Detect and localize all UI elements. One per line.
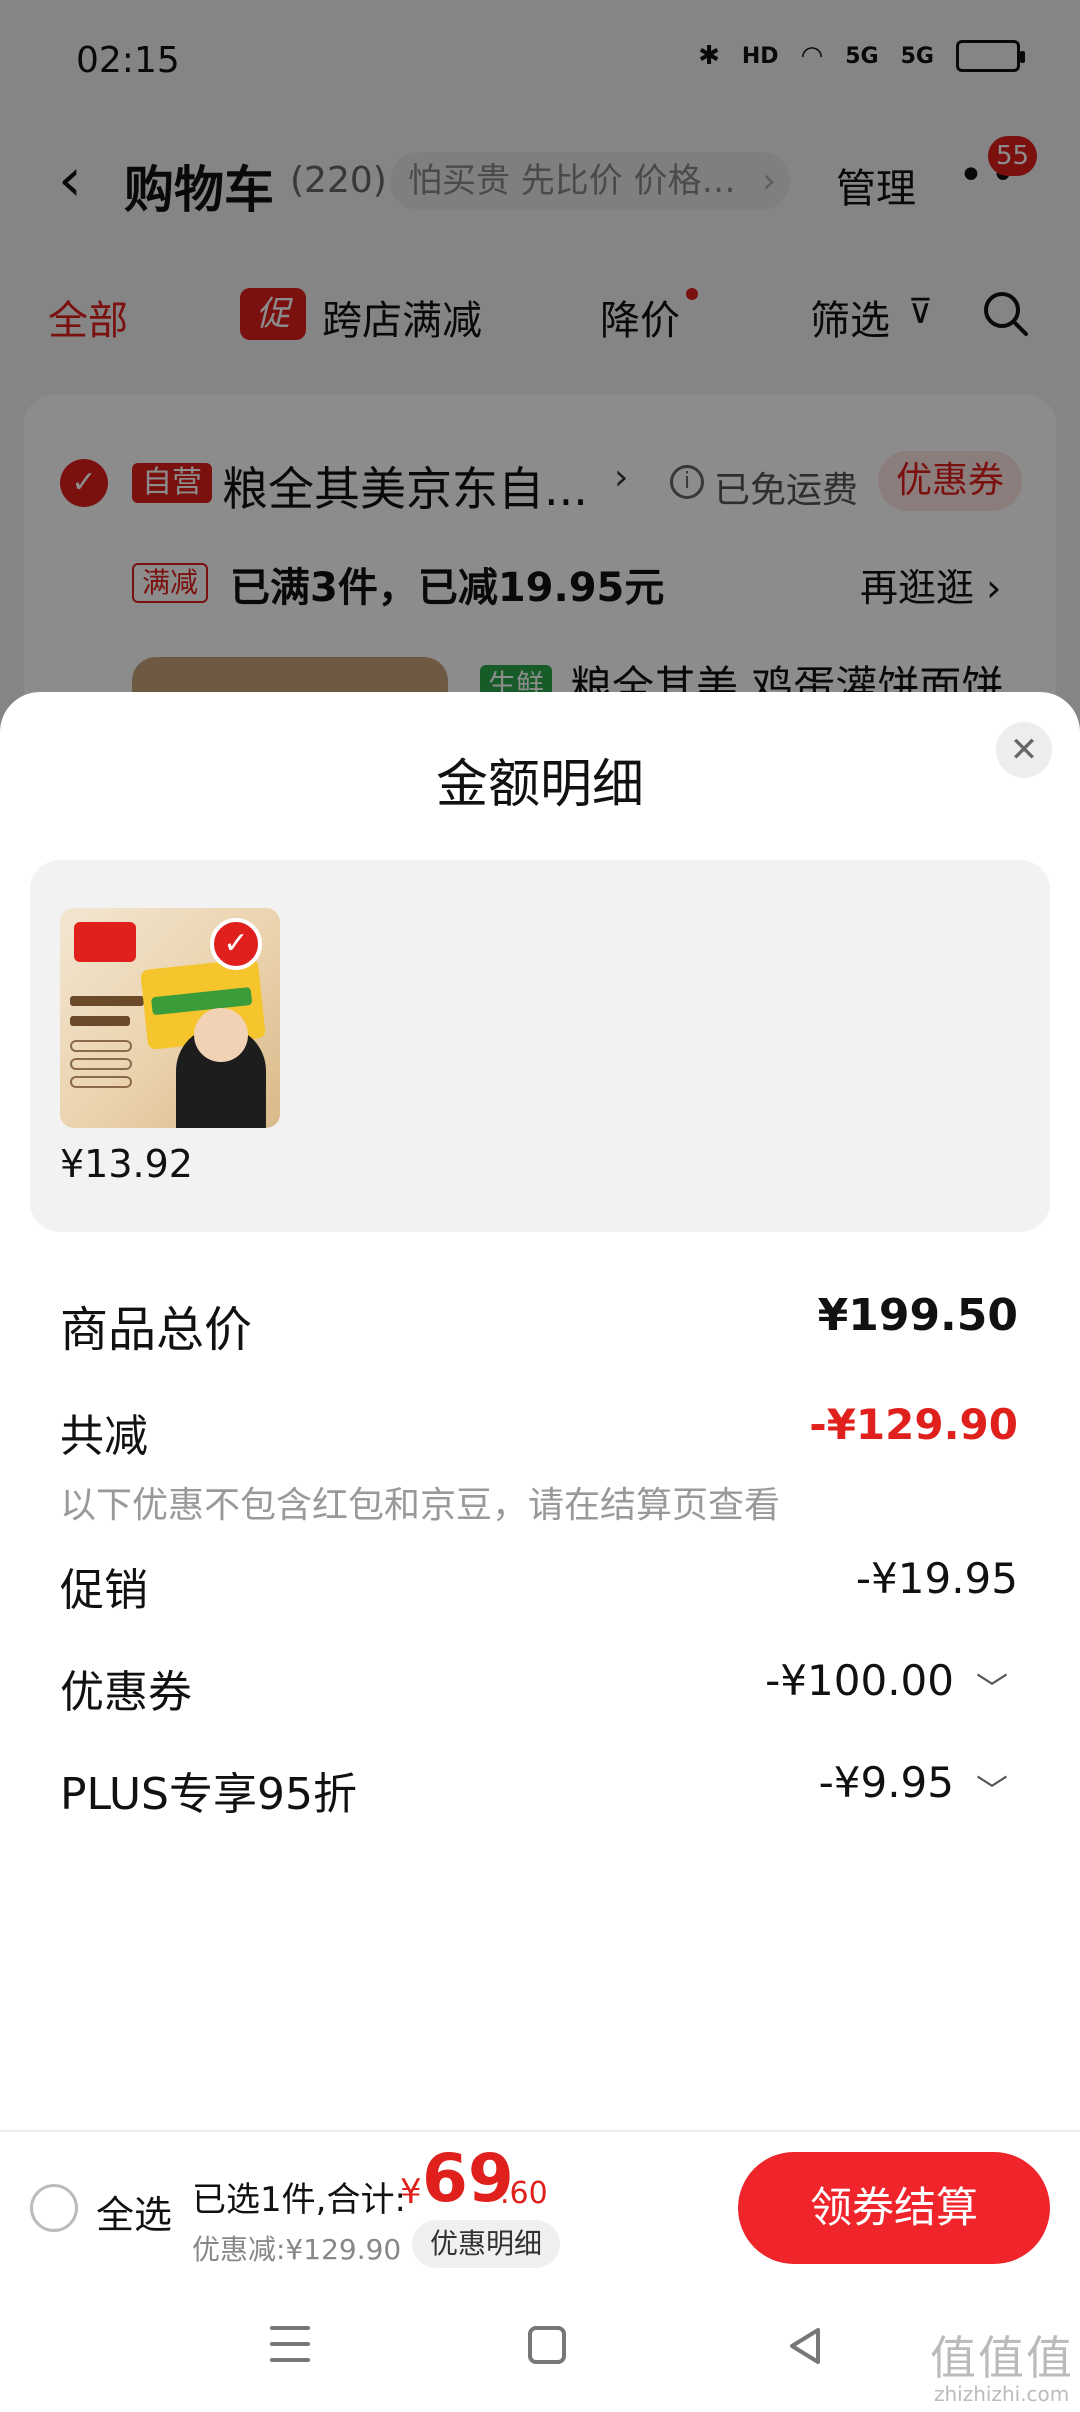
brand-logo (74, 922, 136, 962)
checkout-bar: 全选 已选1件,合计: ¥ 69 .60 优惠减:¥129.90 优惠明细 领券… (0, 2130, 1080, 2282)
select-all-radio[interactable] (30, 2184, 78, 2232)
total-reduction-label: 共减 (60, 1411, 148, 1462)
total-price-label: 商品总价 (60, 1302, 253, 1358)
saved-amount: 优惠减:¥129.90 (192, 2233, 402, 2266)
discount-detail-button[interactable]: 优惠明细 (412, 2220, 561, 2268)
watermark-logo: 值值值 (930, 2331, 1074, 2385)
coupon-label[interactable]: 优惠券 (60, 1656, 192, 1720)
item-price: ¥13.92 (60, 1142, 193, 1186)
discount-note: 以下优惠不包含红包和京豆，请在结算页查看 (60, 1485, 781, 1526)
close-button[interactable]: ✕ (996, 722, 1052, 778)
back-triangle-icon[interactable] (786, 2326, 826, 2366)
plus-discount-label[interactable]: PLUS专享95折 (60, 1758, 357, 1822)
total-reduction-value: -¥129.90 (809, 1400, 1018, 1449)
sum-decimal: .60 (500, 2176, 548, 2211)
home-icon[interactable] (528, 2326, 566, 2364)
promotion-label: 促销 (60, 1565, 148, 1616)
chevron-down-icon[interactable]: ﹀ (976, 1766, 1008, 1812)
sum-currency: ¥ (400, 2172, 422, 2212)
plus-discount-value[interactable]: -¥9.95 (819, 1758, 954, 1807)
selected-summary: 已选1件,合计: (192, 2180, 406, 2220)
sheet-title: 金额明细 (435, 755, 644, 815)
menu-icon[interactable] (270, 2326, 310, 2362)
select-all-label[interactable]: 全选 (96, 2184, 172, 2239)
checkout-button[interactable]: 领券结算 (738, 2152, 1050, 2264)
promotion-value: -¥19.95 (855, 1554, 1018, 1603)
system-nav-bar: 值值值 zhizhizhi.com (0, 2282, 1080, 2412)
selected-items-panel: ✓ ¥13.92 (30, 860, 1050, 1232)
coupon-value[interactable]: -¥100.00 (765, 1656, 954, 1705)
item-selected-check-icon: ✓ (210, 918, 262, 970)
chevron-down-icon[interactable]: ﹀ (976, 1664, 1008, 1710)
close-icon: ✕ (1009, 730, 1039, 770)
total-price-value: ¥199.50 (817, 1290, 1018, 1341)
watermark-url: zhizhizhi.com (934, 2382, 1070, 2406)
